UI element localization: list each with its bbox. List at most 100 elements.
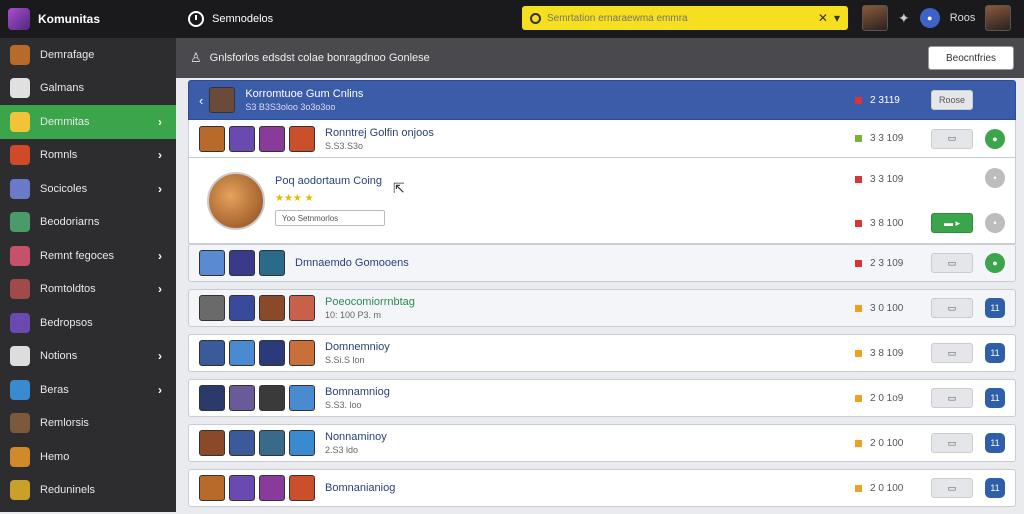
sidebar-item[interactable]: Bedropsos: [0, 306, 176, 340]
list-item[interactable]: Ronntrej Golfin onjoos S.S3.S3o 3 3 109 ▭ ●: [188, 120, 1016, 158]
game-thumbnail: [259, 250, 285, 276]
sidebar-item[interactable]: Demrafage: [0, 38, 176, 72]
sidebar-item[interactable]: Notions ›: [0, 340, 176, 374]
sidebar-item[interactable]: Galmans: [0, 72, 176, 106]
chevron-right-icon: ›: [158, 349, 162, 364]
thumbnail-group: [199, 250, 285, 276]
list-item[interactable]: Domnemnioy S.Si.S lon 3 8 109 ▭ 11: [188, 334, 1016, 372]
count-badge-button[interactable]: 11: [985, 388, 1005, 408]
action-button[interactable]: ●: [985, 253, 1005, 273]
chevron-left-icon[interactable]: ‹: [199, 93, 203, 108]
sidebar-item[interactable]: Remnt fegoces ›: [0, 239, 176, 273]
game-thumbnail: [259, 340, 285, 366]
list-item[interactable]: Poeocomiorrnbtag 10: 100 P3. m 3 0 100 ▭ 11: [188, 289, 1016, 327]
row-stat: 3 3 109: [855, 174, 903, 185]
row-stat: 3 8 100: [855, 218, 903, 229]
row-toggle-button[interactable]: ▭: [931, 298, 973, 318]
game-thumbnail: [229, 475, 255, 501]
game-thumbnail: [199, 250, 225, 276]
chevron-right-icon: ›: [158, 181, 162, 196]
more-button[interactable]: •: [985, 213, 1005, 233]
character-icon: [10, 212, 30, 233]
sidebar-item[interactable]: Romtoldtos ›: [0, 273, 176, 307]
status-badge[interactable]: ●: [919, 8, 940, 28]
action-button[interactable]: ●: [985, 128, 1005, 149]
row-title: Poq aodortaum Coing: [275, 175, 383, 187]
row-stat: 2 0 1o9: [855, 393, 903, 404]
sidebar-item[interactable]: Romnls ›: [0, 139, 176, 173]
game-thumbnail: [259, 295, 285, 321]
row-tag-field[interactable]: Yoo Setnmorlos: [275, 210, 385, 226]
row-toggle-button[interactable]: ▭: [931, 478, 973, 498]
sidebar-item[interactable]: Hemo: [0, 440, 176, 474]
row-title: Domnemnioy: [325, 341, 390, 353]
sidebar-item[interactable]: Reduninels: [0, 474, 176, 508]
sidebar-item[interactable]: Beodoriarns: [0, 206, 176, 240]
list-item[interactable]: Bomnamniog S.S3. loo 2 0 1o9 ▭ 11: [188, 379, 1016, 417]
clear-icon[interactable]: ✕: [818, 11, 828, 25]
more-button[interactable]: •: [985, 168, 1005, 188]
game-thumbnail: [199, 125, 225, 152]
count-badge-button[interactable]: 11: [985, 343, 1005, 363]
user-name[interactable]: Roos: [950, 12, 976, 24]
sidebar-item[interactable]: Socicoles ›: [0, 172, 176, 206]
row-stat: 3 0 100: [855, 303, 903, 314]
game-thumbnail: [229, 250, 255, 276]
count-badge-button[interactable]: 11: [985, 298, 1005, 318]
sidebar-item-label: Demrafage: [40, 48, 95, 61]
thumbnail-group: [199, 125, 315, 152]
row-toggle-button[interactable]: ▭: [931, 388, 973, 408]
row-toggle-button[interactable]: ▭: [931, 128, 973, 149]
sidebar-item[interactable]: Demmitas ›: [0, 105, 176, 139]
row-toggle-button[interactable]: ▭: [931, 343, 973, 363]
subheader-button[interactable]: Beocntfries: [928, 46, 1014, 70]
sidebar-item[interactable]: Beras ›: [0, 373, 176, 407]
count-badge-button[interactable]: 11: [985, 478, 1005, 498]
top-nav-item[interactable]: Semnodelos: [188, 11, 273, 27]
search-input[interactable]: [547, 12, 812, 24]
portrait-icon: [10, 245, 30, 266]
profile-avatar[interactable]: [985, 5, 1012, 31]
info-icon: [10, 346, 30, 367]
list-item[interactable]: Bomnanianiog 2 0 100 ▭ 11: [188, 469, 1016, 507]
count-badge-button[interactable]: 11: [985, 433, 1005, 453]
stat-value: 2 0 100: [870, 482, 904, 494]
game-thumbnail: [199, 430, 225, 456]
join-button[interactable]: ▬ ▸: [931, 213, 973, 233]
stat-value: 2 3119: [870, 94, 900, 106]
row-stat: 2 0 100: [855, 483, 903, 494]
game-avatar-icon: [10, 44, 30, 65]
stat-value: 2 0 1o9: [870, 392, 904, 404]
list-item[interactable]: Poq aodortaum Coing ★★★ ★ Yoo Setnmorlos ⇱ 3…: [188, 158, 1016, 244]
sidebar-item[interactable]: Remlorsis: [0, 407, 176, 441]
list-item[interactable]: Dmnaemdo Gomooens 2 3 109 ▭ ●: [188, 244, 1016, 282]
sidebar: Demrafage Galmans Demmitas › Romnls › Socicole…: [0, 38, 176, 512]
avatar[interactable]: [862, 5, 888, 31]
row-toggle-button[interactable]: Roose: [931, 90, 973, 110]
mouse-cursor-icon: ⇱: [393, 180, 405, 196]
search-icon: [530, 12, 541, 24]
row-stat: 3 3 109: [855, 133, 903, 144]
row-toggle-button[interactable]: ▭: [931, 253, 973, 273]
hero-avatar: [207, 171, 265, 230]
clock-icon: [188, 11, 204, 27]
home-icon: [10, 446, 30, 467]
row-title: Korromtuoe Gum Cnlins: [245, 88, 364, 100]
list-item[interactable]: Nonnaminoy 2.S3 ldo 2 0 100 ▭ 11: [188, 424, 1016, 462]
sidebar-item-label: Remnt fegoces: [40, 249, 114, 262]
row-text: Poeocomiorrnbtag 10: 100 P3. m: [325, 296, 415, 320]
stat-value: 3 3 109: [870, 174, 904, 185]
brand[interactable]: Komunitas: [0, 8, 176, 30]
chevron-down-icon[interactable]: ▾: [834, 11, 840, 25]
row-toggle-button[interactable]: ▭: [931, 433, 973, 453]
row-stat: 2 3119: [855, 95, 900, 106]
list-item[interactable]: ‹ Korromtuoe Gum Cnlins S3 B3S3oloo 3o3o3o…: [188, 80, 1016, 120]
search-bar[interactable]: ✕ ▾: [522, 6, 848, 30]
landscape-icon: [10, 379, 30, 400]
sidebar-item-label: Romnls: [40, 149, 78, 162]
game-thumbnail: [199, 385, 225, 411]
sidebar-item-label: Notions: [40, 350, 78, 363]
notification-icon[interactable]: ✦: [898, 10, 910, 27]
game-thumbnail: [229, 295, 255, 321]
row-title: Bomnamniog: [325, 386, 390, 398]
